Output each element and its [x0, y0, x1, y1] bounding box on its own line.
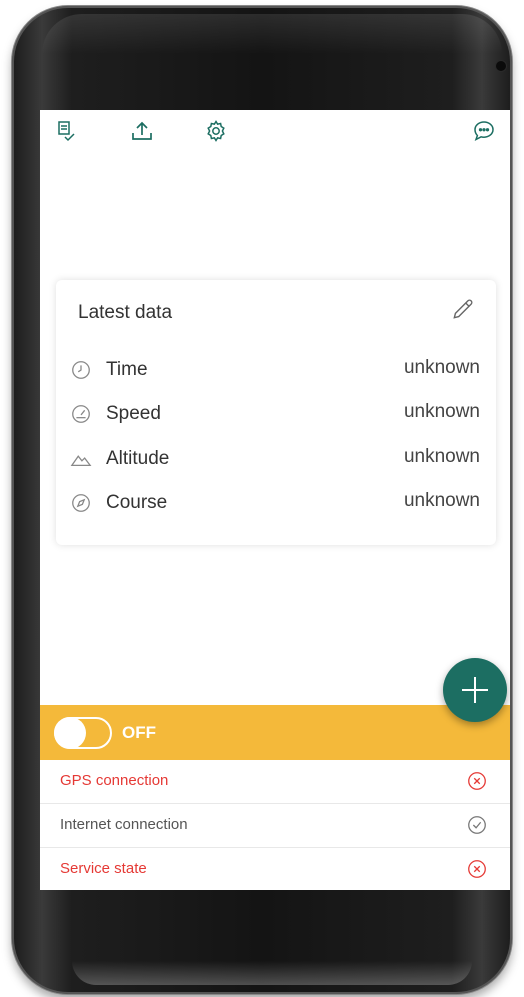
error-x-icon — [466, 770, 488, 792]
row-altitude: Altitude unknown — [70, 444, 480, 474]
mountain-icon — [70, 448, 92, 470]
toggle-state-label: OFF — [122, 723, 156, 742]
row-label: Time — [106, 359, 148, 380]
clock-icon — [70, 359, 92, 381]
row-value: unknown — [403, 357, 480, 378]
row-speed: Speed unknown — [70, 399, 480, 429]
speedometer-icon — [70, 403, 92, 425]
add-button[interactable] — [443, 658, 507, 722]
status-list: GPS connection Internet connection Servi… — [40, 760, 510, 890]
row-value: unknown — [403, 490, 480, 511]
plus-icon — [462, 677, 488, 703]
tracking-toggle[interactable] — [54, 717, 112, 749]
status-gps: GPS connection — [40, 760, 510, 804]
row-label: Altitude — [106, 448, 170, 469]
row-label: Speed — [106, 403, 161, 424]
card-title: Latest data — [78, 302, 173, 323]
status-internet: Internet connection — [40, 804, 510, 848]
row-course: Course unknown — [70, 488, 480, 518]
status-label: Service state — [60, 860, 147, 877]
chat-bubble-icon[interactable] — [470, 117, 498, 145]
status-label: GPS connection — [60, 772, 169, 789]
tracking-switch-bar: OFF — [40, 705, 510, 760]
row-time: Time unknown — [70, 355, 480, 385]
row-value: unknown — [403, 401, 480, 422]
settings-gear-icon[interactable] — [202, 117, 230, 145]
upload-icon[interactable] — [128, 117, 156, 145]
latest-data-card: Latest data Time unknown Speed unknown A… — [56, 280, 496, 545]
row-value: unknown — [403, 446, 480, 467]
top-toolbar — [40, 110, 510, 160]
pencil-icon[interactable] — [450, 296, 476, 322]
check-circle-icon — [466, 814, 488, 836]
status-label: Internet connection — [60, 816, 188, 833]
error-x-icon — [466, 858, 488, 880]
front-camera — [496, 61, 506, 71]
phone-bottom-glint — [72, 961, 472, 985]
toggle-knob — [54, 717, 86, 749]
app-screen: Latest data Time unknown Speed unknown A… — [40, 110, 510, 890]
row-label: Course — [106, 492, 168, 513]
phone-top-highlight — [42, 14, 502, 54]
compass-icon — [70, 492, 92, 514]
bill-check-icon[interactable] — [52, 117, 80, 145]
status-service: Service state — [40, 848, 510, 890]
